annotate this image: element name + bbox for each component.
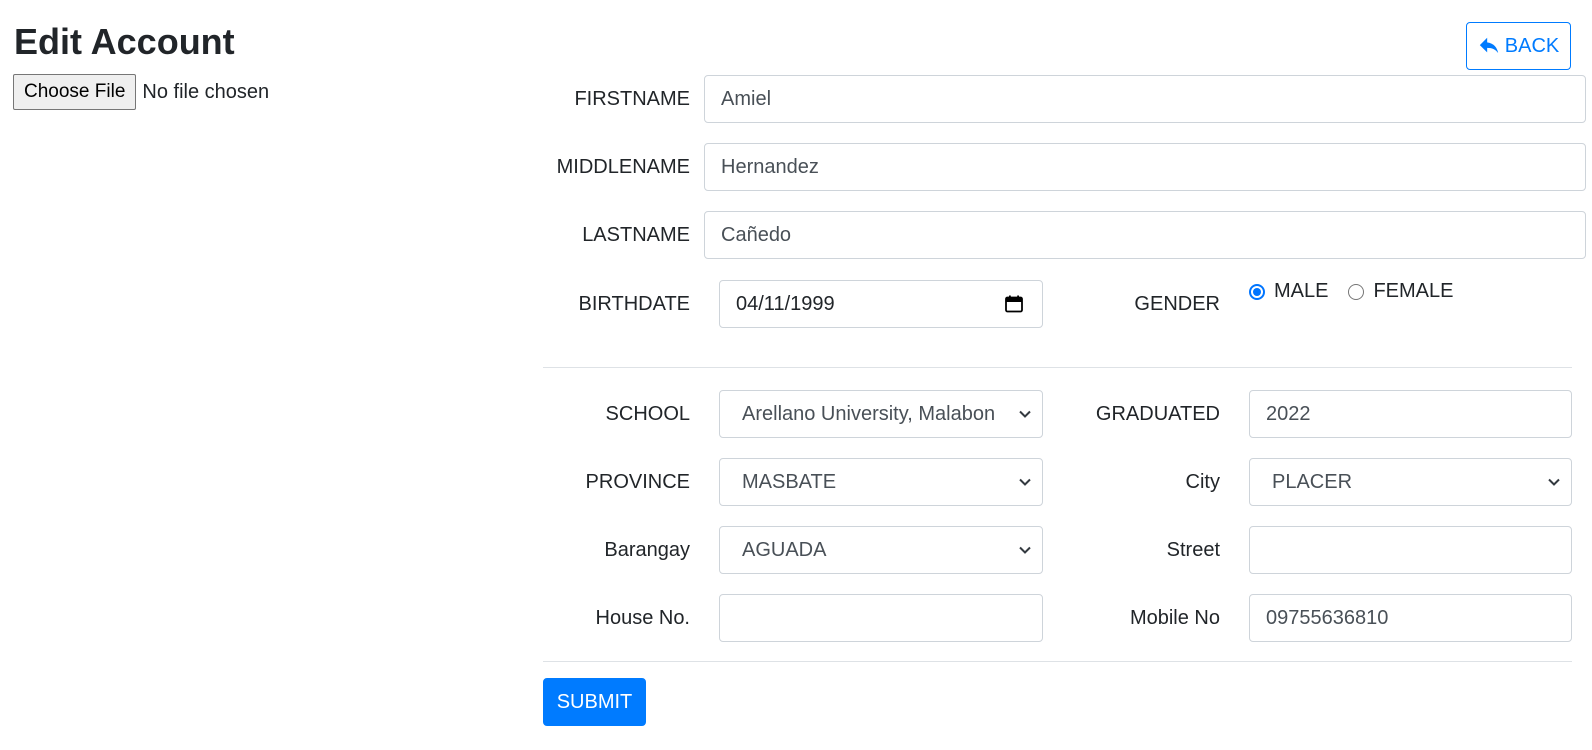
chevron-down-icon — [1019, 478, 1031, 486]
province-value: MASBATE — [742, 470, 837, 493]
mobile-no-label: Mobile No — [1129, 607, 1220, 629]
mobile-no-input[interactable]: 09755636810 — [1249, 594, 1572, 642]
chevron-down-icon — [1019, 410, 1031, 418]
reply-arrow-icon — [1479, 37, 1498, 54]
barangay-select[interactable]: AGUADA — [719, 526, 1043, 574]
city-select[interactable]: PLACER — [1249, 458, 1572, 506]
calendar-icon[interactable] — [1004, 294, 1024, 314]
submit-button[interactable]: SUBMIT — [543, 678, 646, 726]
profile-image-file-input[interactable]: Choose File No file chosen — [13, 74, 269, 110]
barangay-value: AGUADA — [742, 538, 827, 561]
section-divider — [543, 367, 1572, 368]
gender-female-radio[interactable] — [1348, 283, 1365, 300]
city-value: PLACER — [1272, 470, 1353, 493]
city-label: City — [1185, 471, 1220, 493]
school-value: Arellano University, Malabon — [742, 402, 996, 425]
school-select[interactable]: Arellano University, Malabon — [719, 390, 1043, 438]
birthdate-label: BIRTHDATE — [578, 293, 691, 315]
street-input[interactable] — [1249, 526, 1572, 574]
street-label: Street — [1166, 539, 1220, 561]
barangay-label: Barangay — [604, 539, 690, 561]
page-title: Edit Account — [14, 21, 235, 62]
graduated-input[interactable]: 2022 — [1249, 390, 1572, 438]
back-button-label: BACK — [1504, 34, 1560, 57]
graduated-label: GRADUATED — [1095, 403, 1220, 425]
lastname-label: LASTNAME — [582, 224, 690, 246]
house-no-input[interactable] — [719, 594, 1043, 642]
house-no-label: House No. — [595, 607, 691, 629]
file-status-text: No file chosen — [142, 80, 270, 103]
birthdate-input[interactable]: 04/11/1999 — [719, 280, 1043, 328]
province-select[interactable]: MASBATE — [719, 458, 1043, 506]
section-divider — [543, 661, 1572, 662]
choose-file-button[interactable]: Choose File — [13, 74, 137, 110]
school-label: SCHOOL — [605, 403, 690, 425]
mobile-no-value: 09755636810 — [1266, 606, 1389, 629]
gender-radio-group: MALE FEMALE — [1249, 280, 1474, 303]
birthdate-value: 04/11/1999 — [736, 292, 835, 315]
graduated-value: 2022 — [1266, 402, 1311, 425]
back-button[interactable]: BACK — [1466, 22, 1571, 70]
firstname-value: Amiel — [721, 87, 772, 110]
gender-male-label[interactable]: MALE — [1274, 280, 1328, 303]
middlename-input[interactable]: Hernandez — [704, 143, 1586, 191]
middlename-value: Hernandez — [721, 155, 819, 178]
gender-label: GENDER — [1134, 293, 1220, 315]
lastname-value: Cañedo — [721, 223, 792, 246]
gender-male-radio[interactable] — [1249, 283, 1265, 300]
chevron-down-icon — [1548, 478, 1560, 486]
lastname-input[interactable]: Cañedo — [704, 211, 1586, 259]
middlename-label: MIDDLENAME — [556, 156, 690, 178]
chevron-down-icon — [1019, 546, 1031, 554]
firstname-input[interactable]: Amiel — [704, 75, 1586, 123]
firstname-label: FIRSTNAME — [574, 88, 690, 110]
gender-female-label[interactable]: FEMALE — [1373, 280, 1453, 303]
province-label: PROVINCE — [585, 471, 690, 493]
